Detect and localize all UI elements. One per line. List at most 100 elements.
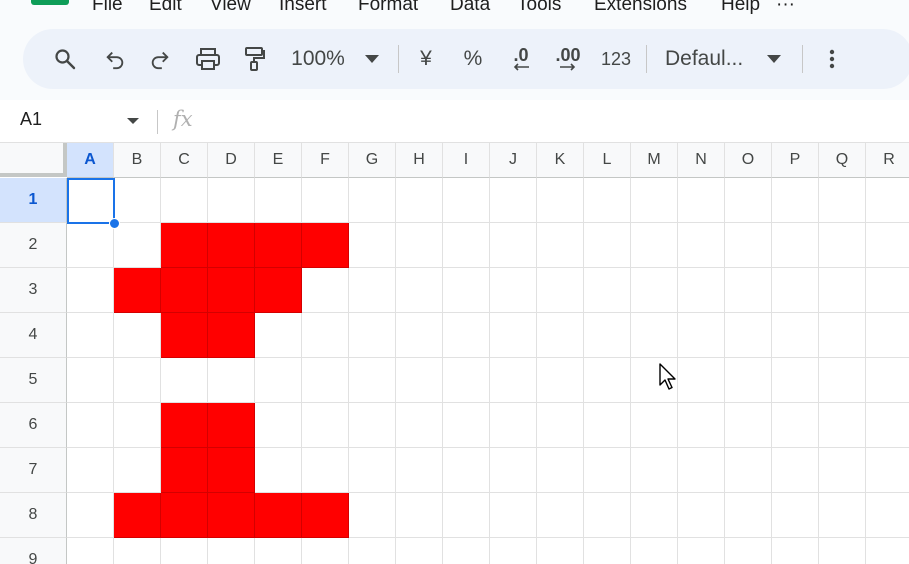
cell-i9[interactable] (443, 538, 490, 564)
column-header-q[interactable]: Q (819, 143, 866, 178)
cell-p7[interactable] (772, 448, 819, 493)
cell-b7[interactable] (114, 448, 161, 493)
cell-h7[interactable] (396, 448, 443, 493)
cell-e4[interactable] (255, 313, 302, 358)
menu-more[interactable]: ··· (776, 0, 795, 16)
column-header-c[interactable]: C (161, 143, 208, 178)
search-icon[interactable] (49, 29, 81, 89)
cell-m8[interactable] (631, 493, 678, 538)
cell-c8[interactable] (161, 493, 208, 538)
cell-a3[interactable] (67, 268, 114, 313)
cell-k6[interactable] (537, 403, 584, 448)
cell-m7[interactable] (631, 448, 678, 493)
cell-k8[interactable] (537, 493, 584, 538)
cell-i7[interactable] (443, 448, 490, 493)
cell-l8[interactable] (584, 493, 631, 538)
more-vert-icon[interactable] (820, 29, 844, 89)
cell-d7[interactable] (208, 448, 255, 493)
cell-l1[interactable] (584, 178, 631, 223)
column-header-l[interactable]: L (584, 143, 631, 178)
cell-g4[interactable] (349, 313, 396, 358)
cell-a4[interactable] (67, 313, 114, 358)
cell-c5[interactable] (161, 358, 208, 403)
column-header-g[interactable]: G (349, 143, 396, 178)
cell-o5[interactable] (725, 358, 772, 403)
chevron-down-icon[interactable] (361, 29, 383, 89)
row-header-8[interactable]: 8 (0, 493, 67, 538)
column-header-b[interactable]: B (114, 143, 161, 178)
cell-g3[interactable] (349, 268, 396, 313)
cell-f5[interactable] (302, 358, 349, 403)
menu-extensions[interactable]: Extensions (594, 0, 687, 16)
cell-f3[interactable] (302, 268, 349, 313)
cell-m2[interactable] (631, 223, 678, 268)
menu-file[interactable]: File (92, 0, 123, 16)
row-header-7[interactable]: 7 (0, 448, 67, 493)
cell-a1[interactable] (67, 178, 114, 223)
cell-n2[interactable] (678, 223, 725, 268)
cell-q7[interactable] (819, 448, 866, 493)
menu-view[interactable]: View (210, 0, 251, 16)
cell-g8[interactable] (349, 493, 396, 538)
cell-j3[interactable] (490, 268, 537, 313)
cell-q2[interactable] (819, 223, 866, 268)
chevron-down-icon[interactable] (127, 118, 139, 124)
cell-o7[interactable] (725, 448, 772, 493)
cell-f9[interactable] (302, 538, 349, 564)
cell-a5[interactable] (67, 358, 114, 403)
cell-j9[interactable] (490, 538, 537, 564)
cell-j2[interactable] (490, 223, 537, 268)
cell-k5[interactable] (537, 358, 584, 403)
cell-g1[interactable] (349, 178, 396, 223)
cell-a9[interactable] (67, 538, 114, 564)
cell-f1[interactable] (302, 178, 349, 223)
menu-tools[interactable]: Tools (517, 0, 561, 16)
cell-i3[interactable] (443, 268, 490, 313)
cell-j4[interactable] (490, 313, 537, 358)
cell-h6[interactable] (396, 403, 443, 448)
cell-n1[interactable] (678, 178, 725, 223)
row-header-3[interactable]: 3 (0, 268, 67, 313)
cell-a6[interactable] (67, 403, 114, 448)
cell-b2[interactable] (114, 223, 161, 268)
cell-f8[interactable] (302, 493, 349, 538)
cell-a8[interactable] (67, 493, 114, 538)
cell-n3[interactable] (678, 268, 725, 313)
cell-m4[interactable] (631, 313, 678, 358)
cell-j8[interactable] (490, 493, 537, 538)
menu-edit[interactable]: Edit (149, 0, 182, 16)
cell-c6[interactable] (161, 403, 208, 448)
cell-f4[interactable] (302, 313, 349, 358)
cell-l2[interactable] (584, 223, 631, 268)
row-header-4[interactable]: 4 (0, 313, 67, 358)
cell-m1[interactable] (631, 178, 678, 223)
cell-n9[interactable] (678, 538, 725, 564)
cell-l5[interactable] (584, 358, 631, 403)
cell-o2[interactable] (725, 223, 772, 268)
cell-c2[interactable] (161, 223, 208, 268)
increase-decimal-button[interactable]: .00 (550, 29, 586, 89)
number-format-button[interactable]: 123 (599, 29, 633, 89)
cell-b4[interactable] (114, 313, 161, 358)
cell-q8[interactable] (819, 493, 866, 538)
cell-b1[interactable] (114, 178, 161, 223)
cell-o6[interactable] (725, 403, 772, 448)
cell-q3[interactable] (819, 268, 866, 313)
cell-n6[interactable] (678, 403, 725, 448)
column-header-k[interactable]: K (537, 143, 584, 178)
chevron-down-icon[interactable] (765, 29, 783, 89)
cell-o4[interactable] (725, 313, 772, 358)
cell-g2[interactable] (349, 223, 396, 268)
cell-m6[interactable] (631, 403, 678, 448)
fill-handle[interactable] (109, 218, 120, 229)
cell-j6[interactable] (490, 403, 537, 448)
cell-m9[interactable] (631, 538, 678, 564)
cell-e3[interactable] (255, 268, 302, 313)
cell-g7[interactable] (349, 448, 396, 493)
cell-h9[interactable] (396, 538, 443, 564)
column-header-m[interactable]: M (631, 143, 678, 178)
cell-b5[interactable] (114, 358, 161, 403)
cell-g9[interactable] (349, 538, 396, 564)
cell-d1[interactable] (208, 178, 255, 223)
column-header-n[interactable]: N (678, 143, 725, 178)
